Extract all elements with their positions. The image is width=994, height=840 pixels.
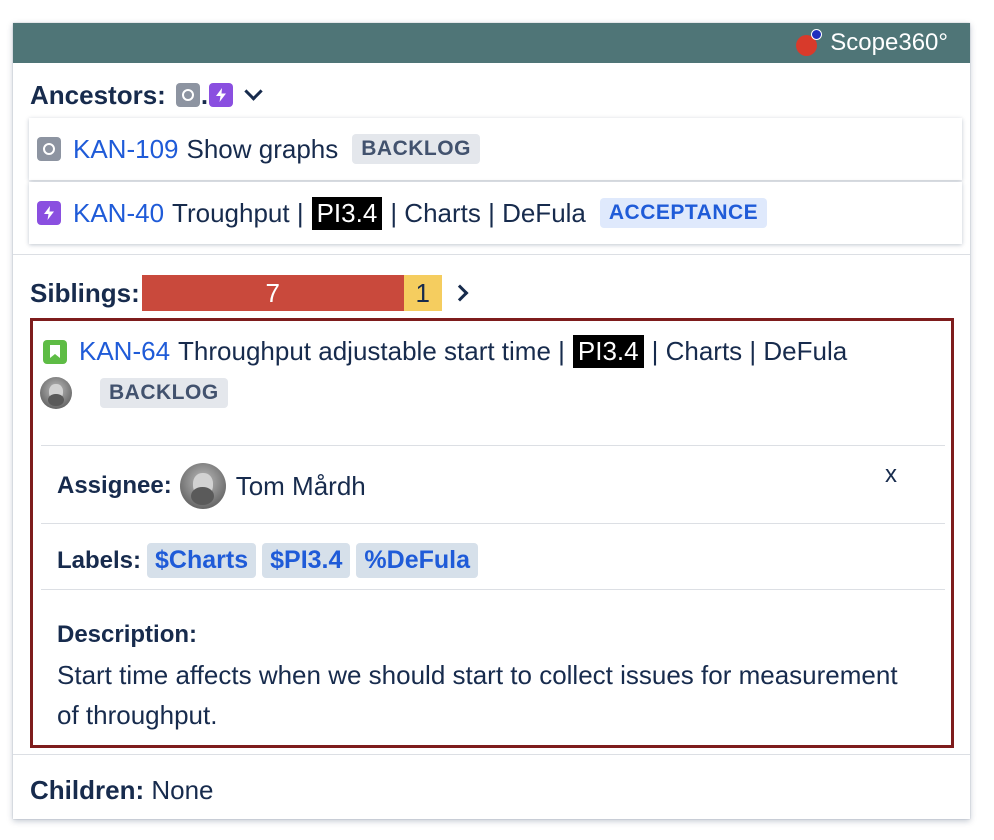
children-row: Children: None	[30, 775, 214, 806]
status-badge: BACKLOG	[100, 378, 228, 408]
ancestors-label: Ancestors:	[30, 79, 166, 110]
description-label: Description:	[57, 621, 198, 648]
issue-key-link[interactable]: KAN-64	[79, 336, 170, 367]
issue-key-link[interactable]: KAN-40	[73, 198, 164, 229]
issue-summary-part: | Charts | DeFula	[390, 197, 586, 228]
labels-field: Labels: $Charts $PI3.4 %DeFula	[57, 543, 478, 578]
label-chip[interactable]: $Charts	[147, 543, 257, 578]
selected-issue-card: KAN-64 Throughput adjustable start time …	[30, 318, 954, 748]
scope360-panel: Scope360° Ancestors: . KAN-109 Show grap…	[13, 23, 970, 819]
story-icon	[37, 137, 61, 161]
avatar	[40, 377, 72, 409]
issue-summary-part: Throughput adjustable start time |	[178, 336, 565, 366]
siblings-header[interactable]: Siblings: 7 1	[30, 275, 469, 311]
chevron-right-icon[interactable]	[451, 284, 469, 302]
close-button[interactable]: x	[885, 461, 897, 489]
pi-tag: PI3.4	[572, 335, 644, 368]
ancestor-card-kan-109[interactable]: KAN-109 Show graphs BACKLOG	[29, 118, 962, 180]
issue-title-row: KAN-64 Throughput adjustable start time …	[43, 335, 847, 368]
detail-divider	[41, 589, 945, 590]
ancestor-card-kan-40[interactable]: KAN-40 Troughput | PI3.4 | Charts | DeFu…	[29, 182, 962, 244]
description-text: Start time affects when we should start …	[57, 660, 898, 730]
siblings-bar-backlog-segment[interactable]: 7	[141, 275, 404, 311]
scope360-logo-icon	[796, 29, 823, 56]
label-chip[interactable]: %DeFula	[356, 543, 478, 578]
app-title: Scope360°	[830, 29, 948, 56]
siblings-status-bar[interactable]: 7 1	[141, 275, 442, 311]
section-divider	[13, 254, 970, 255]
issue-key-link[interactable]: KAN-109	[73, 134, 179, 165]
ancestors-header[interactable]: Ancestors: .	[30, 78, 263, 112]
description-field: Description: Start time affects when we …	[57, 615, 917, 735]
issue-meta-row: BACKLOG	[40, 377, 228, 409]
children-label: Children:	[30, 775, 145, 805]
story-icon	[175, 83, 200, 107]
pi-tag: PI3.4	[311, 196, 383, 230]
status-badge: BACKLOG	[352, 134, 480, 164]
avatar	[179, 463, 226, 509]
issue-summary-part: Troughput |	[172, 197, 304, 228]
header-bar: Scope360°	[13, 23, 970, 63]
assignee-label: Assignee:	[57, 472, 172, 499]
separator: .	[200, 79, 209, 110]
status-badge: ACCEPTANCE	[599, 198, 768, 228]
detail-divider	[41, 445, 945, 446]
siblings-label: Siblings:	[30, 277, 140, 308]
issue-summary: Show graphs	[186, 133, 339, 164]
labels-label: Labels:	[57, 546, 142, 574]
label-chip[interactable]: $PI3.4	[262, 543, 351, 578]
bookmark-icon	[43, 339, 67, 364]
detail-divider	[41, 523, 945, 524]
children-value: None	[151, 775, 214, 805]
issue-summary-part: | Charts | DeFula	[651, 336, 848, 366]
assignee-field: Assignee: Tom Mårdh	[57, 463, 366, 509]
siblings-bar-inprogress-segment[interactable]: 1	[403, 275, 442, 311]
epic-icon	[209, 83, 234, 107]
epic-icon	[37, 201, 61, 225]
assignee-name: Tom Mårdh	[235, 470, 366, 501]
section-divider	[13, 754, 970, 755]
chevron-down-icon[interactable]	[244, 81, 263, 101]
